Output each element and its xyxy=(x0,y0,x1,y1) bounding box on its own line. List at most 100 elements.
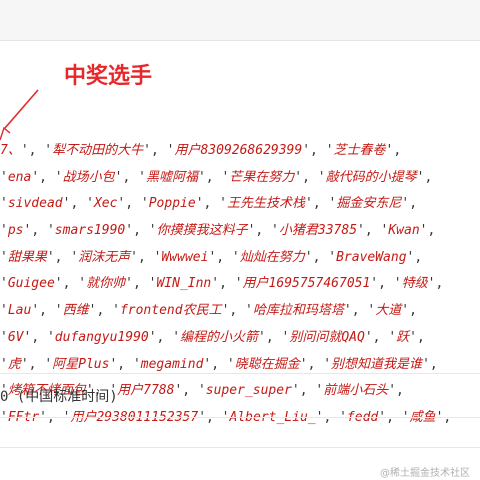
punctuation: ' xyxy=(305,196,313,212)
winner-name: Guigee xyxy=(7,276,55,292)
winner-name: 用户8309268629399 xyxy=(174,143,303,158)
punctuation: ' xyxy=(20,143,29,158)
punctuation: ' xyxy=(125,276,133,292)
punctuation: , ' xyxy=(133,223,157,239)
punctuation: ' xyxy=(20,356,29,372)
punctuation: ' xyxy=(258,329,266,345)
punctuation: , xyxy=(427,223,436,239)
punctuation: , xyxy=(409,196,418,212)
punctuation: ' xyxy=(130,249,138,265)
punctuation: , ' xyxy=(205,169,230,185)
punctuation: ' xyxy=(31,169,40,185)
punctuation: , ' xyxy=(302,169,326,185)
winner-name: 用户1695757467051 xyxy=(242,276,371,292)
winner-name: ena xyxy=(7,169,32,185)
punctuation: , ' xyxy=(132,276,157,292)
winner-name: dufangyu1990 xyxy=(54,329,149,345)
punctuation: , xyxy=(409,303,417,319)
punctuation: , ' xyxy=(211,356,235,372)
punctuation: , ' xyxy=(310,143,334,158)
punctuation: , ' xyxy=(96,303,120,319)
winner-name: 润沫无声 xyxy=(78,249,131,265)
console-divider xyxy=(0,373,480,374)
winner-name: 大道 xyxy=(375,303,402,319)
punctuation: ' xyxy=(302,143,311,158)
punctuation: , ' xyxy=(299,383,324,399)
winner-name: 就你帅 xyxy=(86,276,126,292)
punctuation: , ' xyxy=(378,276,402,292)
punctuation: ' xyxy=(197,169,206,185)
winner-name: 虎 xyxy=(7,356,21,372)
date-output: 0 (中国标准时间) xyxy=(0,389,118,405)
punctuation: , ' xyxy=(229,303,253,319)
punctuation: ' xyxy=(299,356,308,372)
winner-name: 编程的小火箭 xyxy=(180,329,259,345)
winner-name: 敲代码的小提琴 xyxy=(325,169,417,185)
winner-name: sivdead xyxy=(7,196,63,212)
winner-name: 别问问就QAQ xyxy=(289,329,365,345)
punctuation: , ' xyxy=(265,329,290,345)
winner-name: super_super xyxy=(205,383,292,399)
winner-name: 晓聪在掘金 xyxy=(234,356,300,372)
punctuation: ' xyxy=(0,249,8,265)
punctuation: , ' xyxy=(150,143,175,158)
winner-name: 跃 xyxy=(396,329,410,345)
punctuation: , xyxy=(414,249,423,265)
punctuation: ' xyxy=(31,303,40,319)
punctuation: ' xyxy=(211,276,220,292)
array-line: 'Guigee', '就你帅', 'WIN_Inn', '用户169575746… xyxy=(0,271,480,298)
punctuation: , ' xyxy=(307,356,332,372)
winner-name: 芝士春卷 xyxy=(333,143,386,158)
winner-name: ps xyxy=(7,223,24,239)
punctuation: , ' xyxy=(216,249,240,265)
punctuation: , ' xyxy=(125,196,149,212)
punctuation: , ' xyxy=(312,249,337,265)
winner-name: Lau xyxy=(7,303,32,319)
winner-name: Kwan xyxy=(388,223,420,239)
punctuation: ' xyxy=(143,143,151,158)
punctuation: , ' xyxy=(364,223,389,239)
punctuation: ' xyxy=(364,329,373,345)
punctuation: ' xyxy=(54,276,63,292)
punctuation: , ' xyxy=(351,303,376,319)
punctuation: , ' xyxy=(39,169,63,185)
array-line: 7、', '犁不动田的大牛', '用户8309268629399', '芝士春卷… xyxy=(0,138,480,165)
punctuation: ' xyxy=(0,276,8,292)
punctuation: ' xyxy=(0,329,8,345)
array-line: '6V', 'dufangyu1990', '编程的小火箭', '别问问就QAQ… xyxy=(0,325,480,352)
array-line: '甜果果', '润沫无声', 'Wwwwei', '灿灿在努力', 'Brave… xyxy=(0,245,480,272)
array-line: 'ena', '战场小包', '黑嘘阿福', '芒果在努力', '敲代码的小提琴… xyxy=(0,165,480,192)
winner-name: 王先生技术栈 xyxy=(227,196,306,212)
winner-name: 前端小石头 xyxy=(323,383,389,399)
punctuation: ' xyxy=(343,303,352,319)
punctuation: ' xyxy=(422,356,430,372)
punctuation: , ' xyxy=(62,276,87,292)
winner-name: 战场小包 xyxy=(62,169,115,185)
winner-name: BraveWang xyxy=(336,249,407,265)
array-line: 'ps', 'smars1990', '你摸摸我这料子', '小猪君33785'… xyxy=(0,218,480,245)
punctuation: , ' xyxy=(122,169,146,185)
winner-name: smars1990 xyxy=(54,223,126,239)
winner-name: 芒果在努力 xyxy=(229,169,295,185)
punctuation: , ' xyxy=(31,223,55,239)
winner-name: 阿星Plus xyxy=(52,356,110,372)
watermark: @稀土掘金技术社区 xyxy=(380,468,470,479)
punctuation: ' xyxy=(0,303,8,319)
array-line: 'FFtr', '用户2938011152357', 'Albert_Liu_'… xyxy=(0,405,480,432)
array-line: '虎', '阿星Plus', 'megamind', '晓聪在掘金', '别想知… xyxy=(0,352,480,379)
punctuation: ' xyxy=(357,223,365,239)
winner-name: 黑嘘阿福 xyxy=(145,169,198,185)
winner-name: 6V xyxy=(7,329,24,345)
winner-name: 掘金安东尼 xyxy=(336,196,402,212)
punctuation: , ' xyxy=(39,303,63,319)
punctuation: , ' xyxy=(31,329,55,345)
winner-name: 小猪君33785 xyxy=(278,223,358,239)
punctuation: , ' xyxy=(219,276,243,292)
punctuation: , ' xyxy=(70,196,94,212)
punctuation: ' xyxy=(291,383,300,399)
winner-name: WIN_Inn xyxy=(156,276,212,292)
punctuation: , ' xyxy=(28,143,53,158)
winner-name: 用户7788 xyxy=(117,383,175,399)
punctuation: ' xyxy=(195,196,204,212)
winner-name: Xec xyxy=(93,196,118,212)
